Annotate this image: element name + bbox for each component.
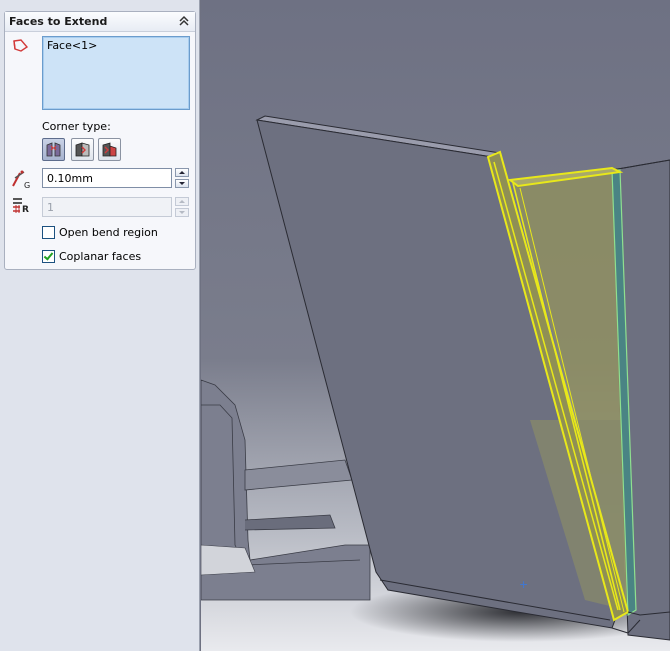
svg-text:R: R xyxy=(22,205,29,215)
spin-up-button[interactable] xyxy=(175,197,189,206)
faces-selection-list[interactable]: Face<1> xyxy=(42,36,190,110)
corner-type-closed-button[interactable] xyxy=(71,138,94,161)
spin-down-button[interactable] xyxy=(175,208,189,217)
corner-closed-icon xyxy=(75,142,90,157)
corner-type-label: Corner type: xyxy=(42,120,111,133)
gap-distance-icon: G xyxy=(10,169,32,190)
corner-open-icon xyxy=(46,142,61,157)
graphics-viewport[interactable]: + xyxy=(201,0,670,651)
spin-down-button[interactable] xyxy=(175,179,189,188)
list-item[interactable]: Face<1> xyxy=(47,39,97,52)
open-bend-region-checkbox[interactable] xyxy=(42,225,55,239)
svg-text:G: G xyxy=(24,181,30,189)
face-selection-icon xyxy=(12,38,30,54)
corner-type-overlap-button[interactable] xyxy=(98,138,121,161)
gap-distance-spinner[interactable] xyxy=(175,168,189,188)
spin-up-button[interactable] xyxy=(175,168,189,177)
coplanar-faces-option[interactable]: Coplanar faces xyxy=(42,248,141,264)
overlap-ratio-icon: R xyxy=(10,195,32,215)
origin-marker: + xyxy=(519,578,529,591)
coplanar-faces-checkbox[interactable] xyxy=(42,249,55,263)
group-header[interactable]: Faces to Extend xyxy=(5,12,195,32)
open-bend-region-option[interactable]: Open bend region xyxy=(42,224,158,240)
overlap-ratio-input[interactable] xyxy=(42,197,172,217)
property-manager-panel: Faces to Extend Face<1> Corner type: G 0… xyxy=(0,0,200,651)
group-title: Faces to Extend xyxy=(9,15,108,28)
model-view[interactable] xyxy=(201,0,670,651)
collapse-chevron-icon[interactable] xyxy=(178,14,190,28)
faces-to-extend-group: Faces to Extend Face<1> Corner type: G 0… xyxy=(4,11,196,270)
gap-distance-input[interactable] xyxy=(42,168,172,188)
open-bend-region-label: Open bend region xyxy=(59,225,158,239)
overlap-ratio-spinner[interactable] xyxy=(175,197,189,217)
corner-overlap-icon xyxy=(102,142,117,157)
corner-type-open-button[interactable] xyxy=(42,138,65,161)
coplanar-faces-label: Coplanar faces xyxy=(59,249,142,263)
